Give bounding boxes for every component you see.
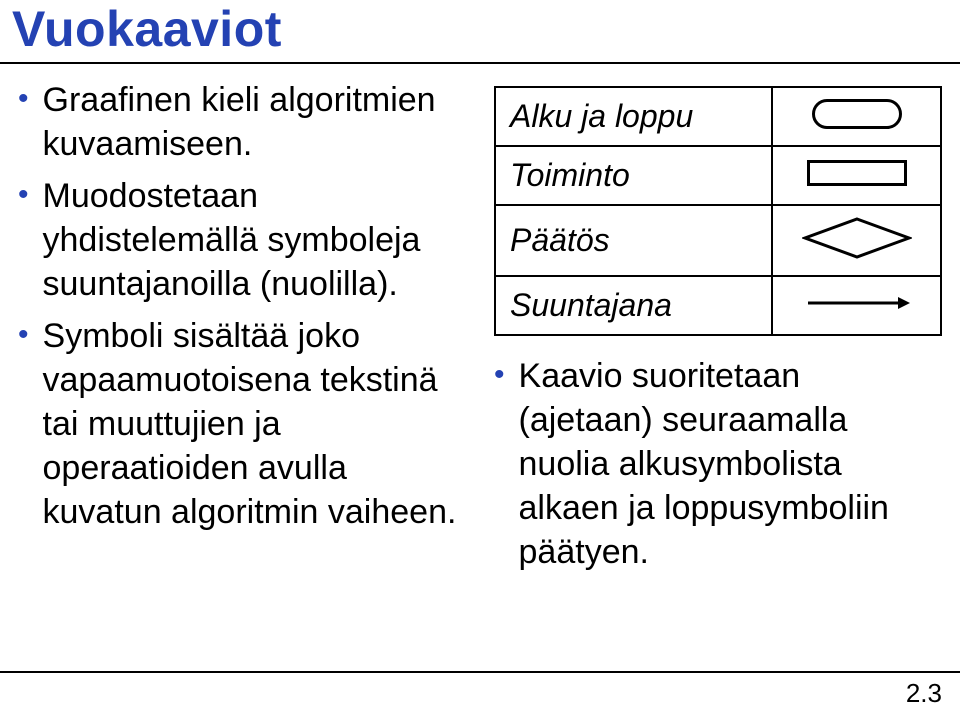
bullet-text: Kaavio suoritetaan (ajetaan) seuraamalla… (519, 354, 942, 574)
symbol-label: Alku ja loppu (495, 87, 772, 146)
table-row: Päätös (495, 205, 941, 276)
left-column: • Graafinen kieli algoritmien kuvaamisee… (18, 78, 466, 582)
bullet-item: • Symboli sisältää joko vapaamuotoisena … (18, 314, 466, 534)
symbol-cell (772, 87, 941, 146)
bullet-dot-icon: • (18, 176, 29, 214)
bullet-text: Muodostetaan yhdistelemällä symboleja su… (43, 174, 466, 306)
symbol-label: Suuntajana (495, 276, 772, 335)
right-column: Alku ja loppu Toiminto Päätös (494, 78, 942, 582)
decision-icon (802, 216, 912, 260)
bullet-dot-icon: • (18, 316, 29, 354)
symbol-label: Päätös (495, 205, 772, 276)
process-icon (807, 160, 907, 186)
bullet-item: • Graafinen kieli algoritmien kuvaamisee… (18, 78, 466, 166)
page-number: 2.3 (906, 678, 942, 709)
symbol-cell (772, 146, 941, 205)
title-rule (0, 62, 960, 64)
arrow-icon (802, 293, 912, 313)
columns: • Graafinen kieli algoritmien kuvaamisee… (18, 78, 942, 582)
bullet-item: • Kaavio suoritetaan (ajetaan) seuraamal… (494, 354, 942, 574)
bullet-text: Graafinen kieli algoritmien kuvaamiseen. (43, 78, 466, 166)
page-title: Vuokaaviot (12, 0, 282, 58)
table-row: Alku ja loppu (495, 87, 941, 146)
symbol-cell (772, 276, 941, 335)
bullet-dot-icon: • (18, 80, 29, 118)
table-row: Suuntajana (495, 276, 941, 335)
bullet-text: Symboli sisältää joko vapaamuotoisena te… (43, 314, 466, 534)
table-row: Toiminto (495, 146, 941, 205)
slide: Vuokaaviot • Graafinen kieli algoritmien… (0, 0, 960, 719)
symbol-cell (772, 205, 941, 276)
symbol-label: Toiminto (495, 146, 772, 205)
symbol-table: Alku ja loppu Toiminto Päätös (494, 86, 942, 336)
terminator-icon (812, 99, 902, 129)
bottom-rule (0, 671, 960, 673)
bullet-dot-icon: • (494, 356, 505, 394)
bullet-item: • Muodostetaan yhdistelemällä symboleja … (18, 174, 466, 306)
